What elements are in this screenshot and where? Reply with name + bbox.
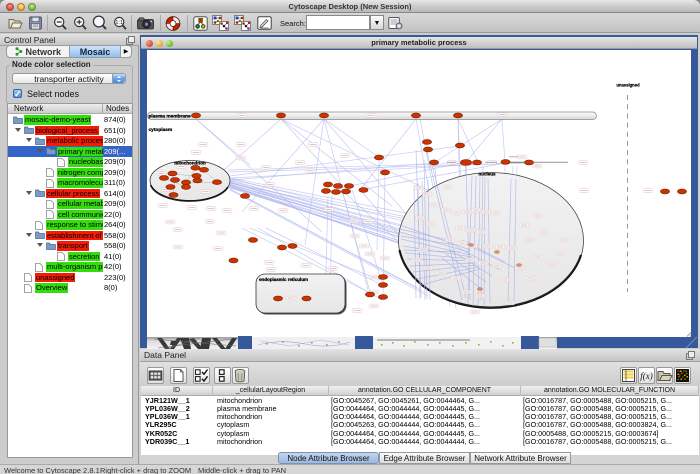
svg-text:f(x): f(x) [640,371,653,381]
svg-text:plasma membrane: plasma membrane [149,113,191,119]
svg-text:unassigned: unassigned [616,83,640,88]
svg-text:cytoplasm: cytoplasm [149,127,173,133]
svg-text:endoplasmic reticulum: endoplasmic reticulum [259,277,308,282]
svg-text:nucleus: nucleus [478,172,496,177]
svg-text:1:1: 1:1 [115,20,123,26]
